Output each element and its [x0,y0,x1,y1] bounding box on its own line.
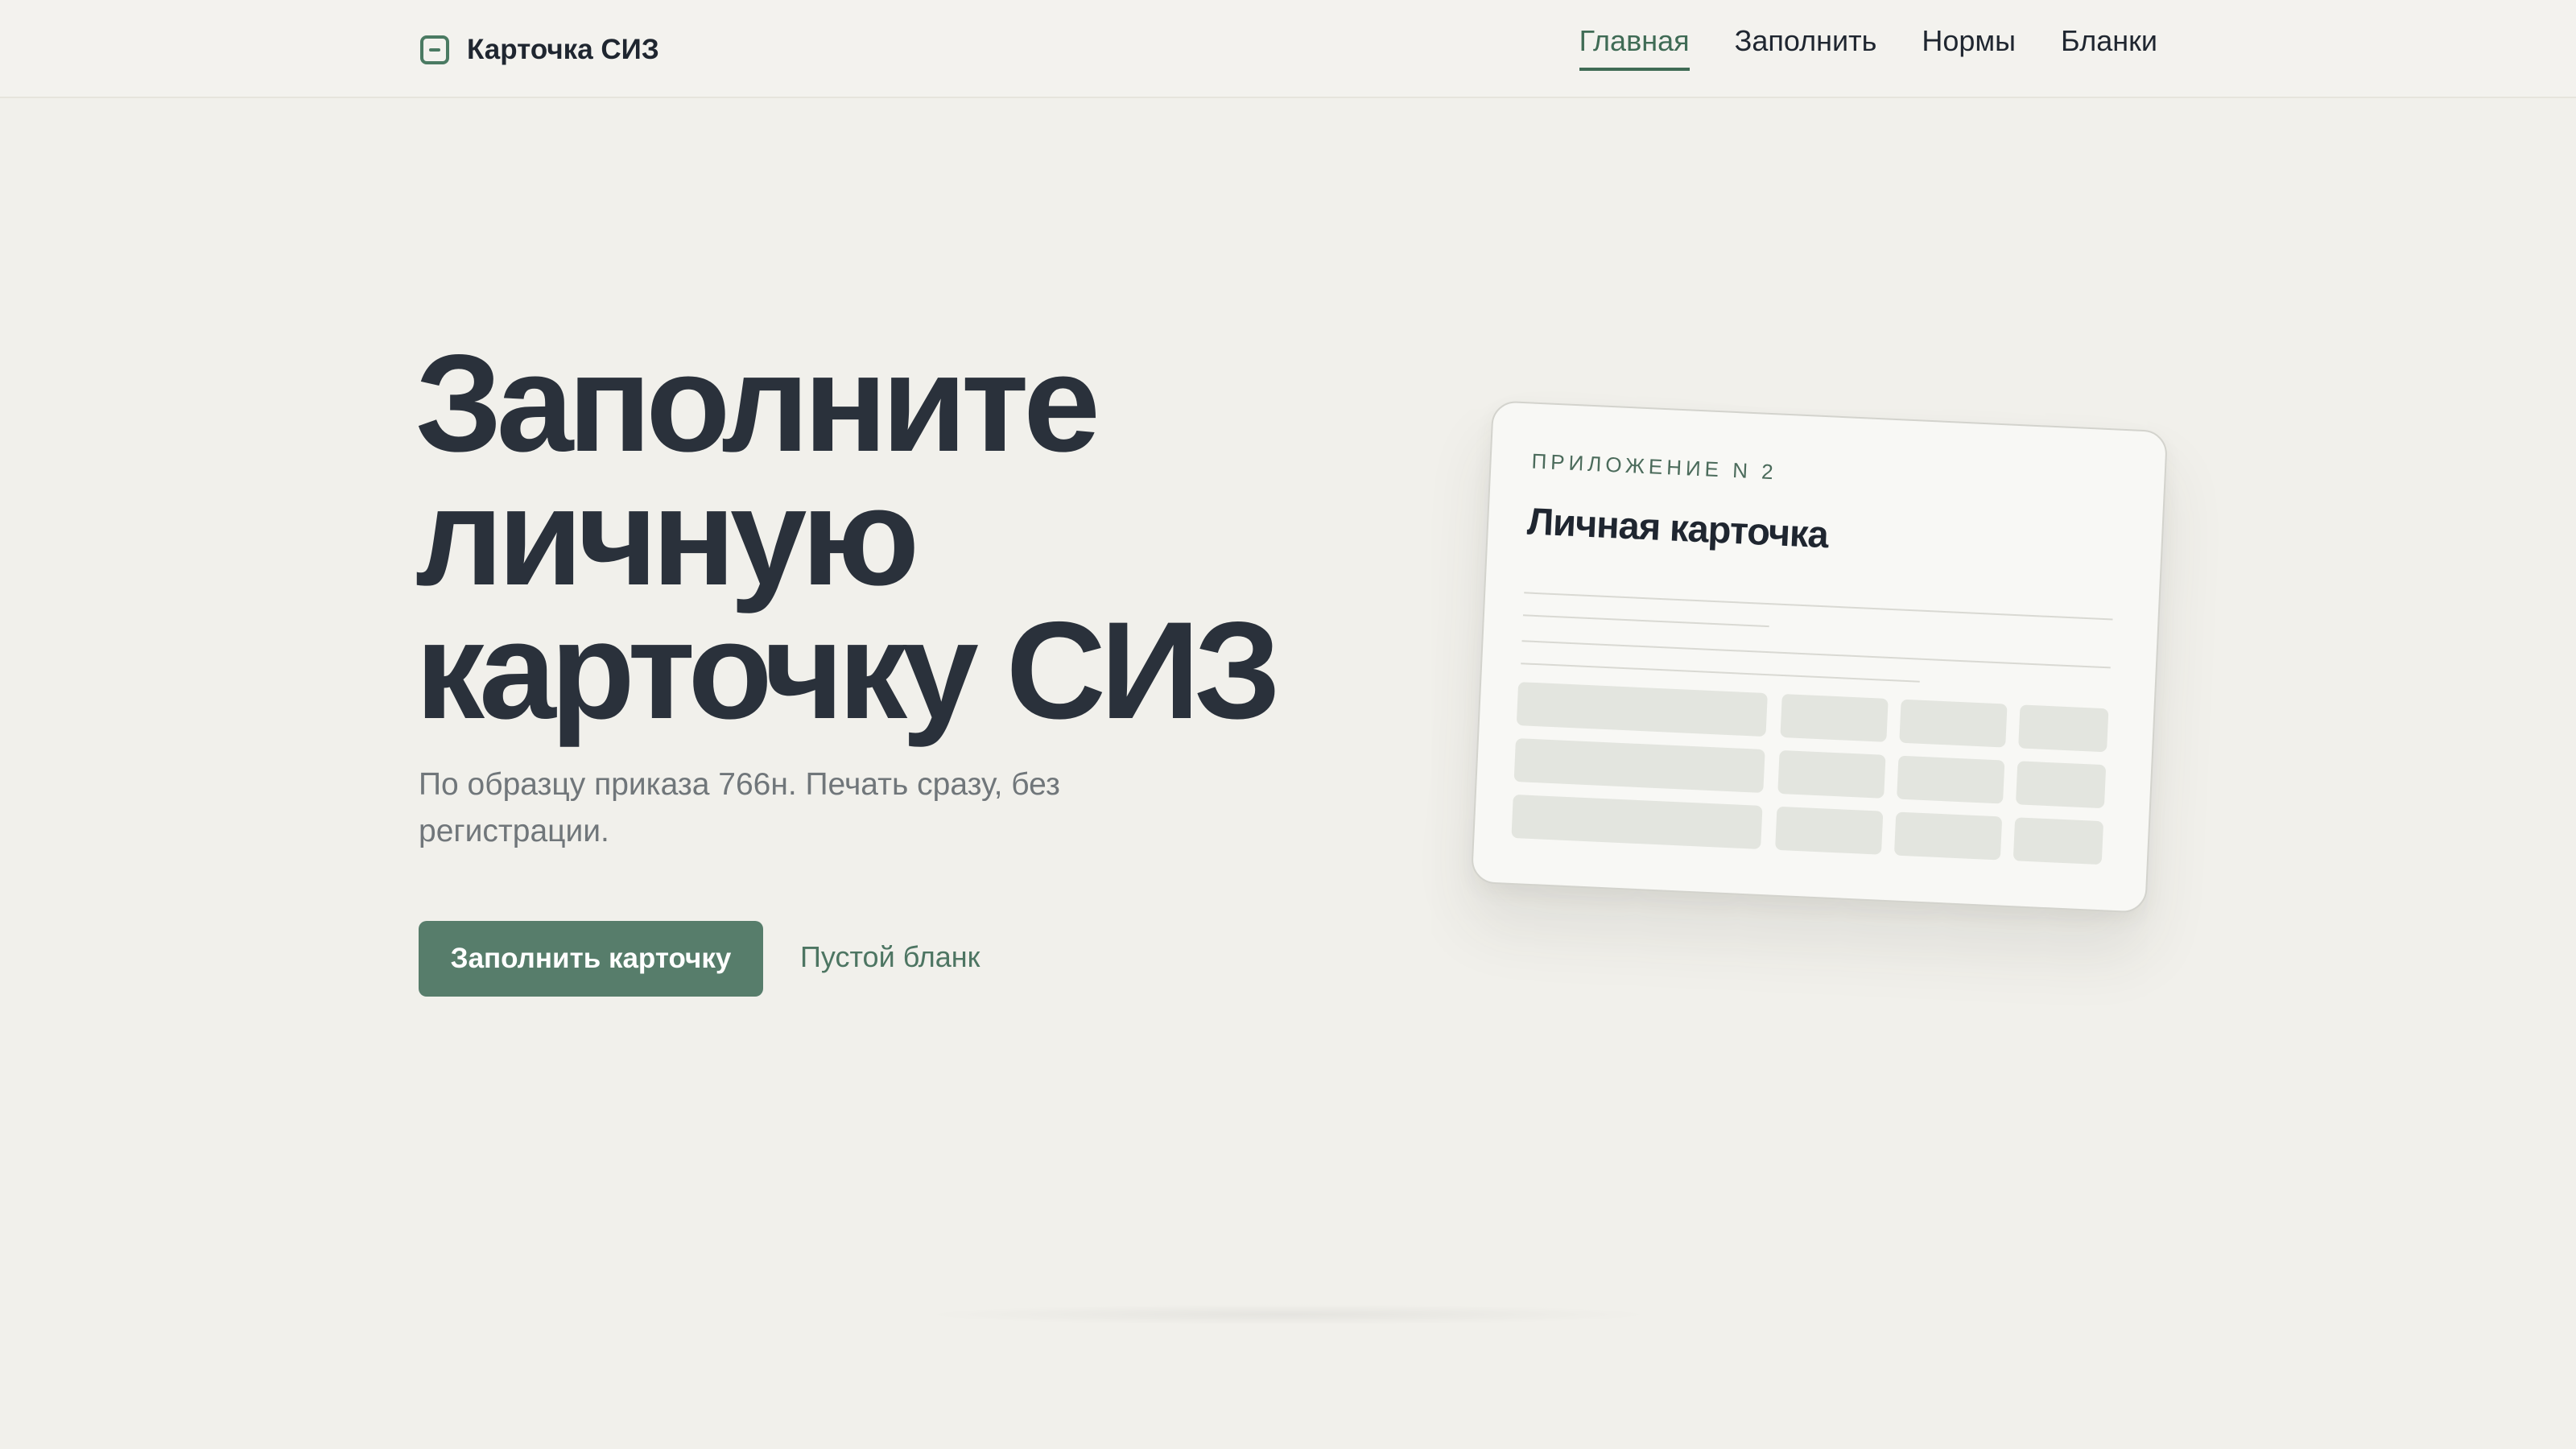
card-cell [1777,749,1886,799]
hero-subtitle: По образцу приказа 766н. Печать сразу, б… [419,767,1060,848]
card-line [1522,614,1769,628]
hero-title-line-3: карточку СИЗ [415,593,1281,748]
nav-item-forms[interactable]: Бланки [2061,24,2157,71]
brand-name: Карточка СИЗ [467,34,659,65]
brand-logo[interactable]: Карточка СИЗ [420,29,659,71]
main-nav: Главная Заполнить Нормы Бланки [1579,24,2157,71]
top-header: Карточка СИЗ Главная Заполнить Нормы Бла… [0,0,2576,98]
card-line [1524,592,2113,621]
hero-title-line-1: Заполните [415,326,1100,481]
card-cell [1897,755,2005,804]
blank-form-link[interactable]: Пустой бланк [800,940,980,974]
card-cell [2015,761,2107,809]
card-cell [1780,693,1889,742]
card-cell [1775,806,1884,855]
card-cell [2013,817,2104,865]
card-cell [1899,699,2008,748]
footer-shadow [918,1304,1658,1325]
nav-item-fill[interactable]: Заполнить [1735,24,1877,71]
card-cell [1893,811,2003,861]
hero-title-line-2: личную [415,460,919,614]
card-line [1521,663,1920,683]
card-preview: ПРИЛОЖЕНИЕ N 2 Личная карточка [1470,400,2169,914]
hero-title: Заполните личную карточку СИЗ [415,326,1381,748]
page: Карточка СИЗ Главная Заполнить Нормы Бла… [0,0,2576,1449]
card-cell [1511,794,1763,849]
fill-card-button[interactable]: Заполнить карточку [419,921,763,997]
nav-item-norms[interactable]: Нормы [1922,24,2016,71]
card-icon [420,35,449,64]
nav-item-home[interactable]: Главная [1579,24,1690,71]
card-cell [1516,682,1768,737]
card-cell [2018,704,2109,753]
card-title: Личная карточка [1526,499,1829,556]
card-line [1521,640,2111,669]
card-appendix-label: ПРИЛОЖЕНИЕ N 2 [1530,448,1778,485]
card-cell [1513,738,1765,794]
